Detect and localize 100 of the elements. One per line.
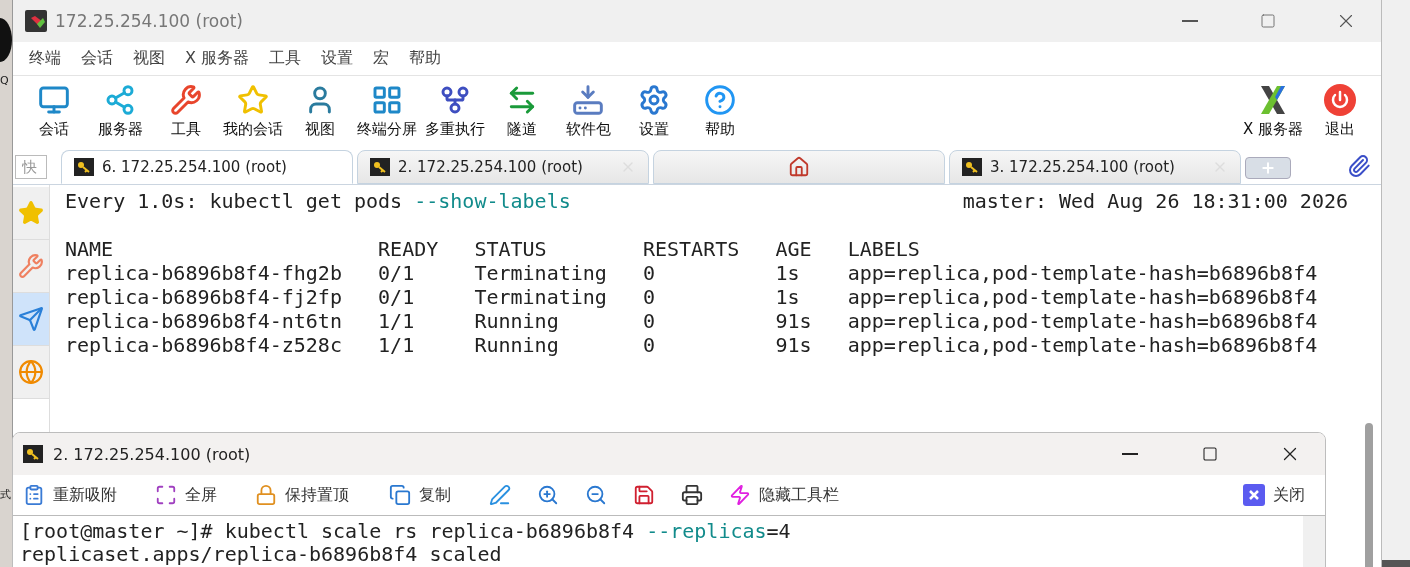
sidebar-item[interactable] xyxy=(13,293,49,346)
menu-item[interactable]: 设置 xyxy=(311,48,364,69)
scrollbar-track[interactable] xyxy=(1303,516,1325,567)
minimize-icon xyxy=(1122,453,1138,455)
column-header: LABELS xyxy=(847,237,921,261)
key-icon xyxy=(74,158,94,176)
terminal-text: [root@master ~]# kubectl scale rs replica-b6896b8f4 xyxy=(20,519,635,543)
window-title: 172.25.254.100 (root) xyxy=(55,11,244,31)
sidebar-item[interactable] xyxy=(13,240,49,293)
help-icon xyxy=(704,83,736,116)
toolbar-button[interactable]: 工具 xyxy=(153,83,219,139)
table-cell-text: 0 xyxy=(642,333,656,357)
table-cell-text: replica-b6896b8f4-fj2fp xyxy=(65,285,343,309)
session-tab[interactable]: 6. 172.25.254.100 (root) xyxy=(61,150,353,184)
key-icon xyxy=(23,445,43,463)
plus-icon xyxy=(1260,160,1276,176)
toolbar-button[interactable]: 服务器 xyxy=(87,83,153,139)
table-cell-text: 1s xyxy=(775,285,801,309)
table-cell-text: Running xyxy=(474,309,560,333)
zoom-in-icon xyxy=(537,484,559,506)
wrench-icon xyxy=(170,83,202,116)
column-header: READY xyxy=(378,237,440,261)
toolbar-button[interactable] xyxy=(633,484,655,506)
zoom-out-icon xyxy=(585,484,607,506)
star-icon xyxy=(18,200,44,226)
copy-icon xyxy=(389,484,411,506)
toolbar-button[interactable]: 设置 xyxy=(621,83,687,139)
column-header: STATUS xyxy=(474,237,548,261)
toolbar-button[interactable]: 隐藏工具栏 xyxy=(729,484,839,506)
table-cell-text: Terminating xyxy=(474,261,608,285)
nodes-icon xyxy=(104,83,136,116)
column-header: NAME xyxy=(65,237,115,261)
sidebar-item[interactable] xyxy=(13,187,49,240)
fullscreen-icon xyxy=(155,484,177,506)
toolbar-button[interactable]: X 服务器 xyxy=(1238,83,1307,139)
table-cell-text: 1/1 xyxy=(378,333,416,357)
table-cell: app=replica,pod-template-hash=b6896b8f4 xyxy=(847,285,1318,309)
menu-item[interactable]: 帮助 xyxy=(399,48,452,69)
pen-icon xyxy=(489,484,511,506)
lightning-icon xyxy=(729,484,751,506)
table-cell-text: 91s xyxy=(775,309,813,333)
table-cell-text: replica-b6896b8f4-nt6tn xyxy=(65,309,343,333)
terminal-text: --show-labels xyxy=(414,189,571,213)
power-icon xyxy=(1324,83,1356,116)
settings-icon xyxy=(638,83,670,116)
toolbar-button[interactable]: 全屏 xyxy=(155,484,217,506)
wrench-icon xyxy=(18,253,44,279)
table-cell-text: replica-b6896b8f4-fhg2b xyxy=(65,261,343,285)
menu-item[interactable]: 会话 xyxy=(71,48,123,69)
session-tab[interactable]: 3. 172.25.254.100 (root) xyxy=(949,150,1241,184)
maximize-icon xyxy=(1260,13,1276,29)
paperclip-icon[interactable] xyxy=(1347,154,1371,178)
lock-icon xyxy=(255,484,277,506)
toolbar-button[interactable]: 软件包 xyxy=(555,83,621,139)
menu-item[interactable]: 宏 xyxy=(363,48,400,69)
toolbar-button[interactable]: 会话 xyxy=(21,83,87,139)
table-cell-text: 0 xyxy=(642,309,656,333)
clipboard-icon xyxy=(23,484,45,506)
table-cell-text: 1s xyxy=(775,261,801,285)
table-cell: app=replica,pod-template-hash=b6896b8f4 xyxy=(847,261,1318,285)
toolbar-button[interactable]: 视图 xyxy=(287,83,353,139)
desktop-text: Q xyxy=(0,74,10,88)
save-icon xyxy=(633,484,655,506)
scrollbar-thumb[interactable] xyxy=(1365,423,1373,567)
paper-plane-icon xyxy=(18,306,44,332)
new-tab-button[interactable] xyxy=(1245,157,1291,179)
menu-item[interactable]: 终端 xyxy=(19,48,71,69)
terminal-text: =4 xyxy=(766,519,791,543)
toolbar-button[interactable]: 终端分屏 xyxy=(353,83,421,139)
app-logo-icon xyxy=(25,10,47,32)
table-cell-text: replica-b6896b8f4-z528c xyxy=(65,333,343,357)
toolbar-button[interactable]: 我的会话 xyxy=(219,83,287,139)
table-cell: app=replica,pod-template-hash=b6896b8f4 xyxy=(847,333,1318,357)
terminal-text: Every 1.0s: kubectl get pods xyxy=(65,189,403,213)
table-cell-text: Running xyxy=(474,333,560,357)
session-tab[interactable]: 2. 172.25.254.100 (root) xyxy=(357,150,649,184)
toolbar-button[interactable]: 复制 xyxy=(389,484,451,506)
toolbar-button[interactable]: 退出 xyxy=(1307,83,1373,139)
menu-item[interactable]: 视图 xyxy=(123,48,175,69)
column-header: RESTARTS xyxy=(642,237,741,261)
terminal-text: master: Wed Aug 26 18:31:00 2026 xyxy=(962,189,1348,213)
close-toolbar-button[interactable]: 关闭 xyxy=(1243,484,1305,506)
toolbar-button[interactable]: 多重执行 xyxy=(421,83,489,139)
table-cell-text: 0 xyxy=(642,285,656,309)
toolbar-button[interactable]: 重新吸附 xyxy=(23,484,117,506)
menu-item[interactable]: 工具 xyxy=(259,48,312,69)
globe-icon xyxy=(18,359,44,385)
sidebar-item[interactable] xyxy=(13,346,49,399)
toolbar-button[interactable]: 隧道 xyxy=(489,83,555,139)
home-tab[interactable] xyxy=(653,150,945,184)
table-cell: app=replica,pod-template-hash=b6896b8f4 xyxy=(847,309,1318,333)
menu-item[interactable]: X 服务器 xyxy=(175,48,260,69)
toolbar-button[interactable]: 保持置顶 xyxy=(255,484,349,506)
table-cell-text: Terminating xyxy=(474,285,608,309)
maximize-icon xyxy=(1202,446,1218,462)
toolbar-button[interactable] xyxy=(681,484,703,506)
drive-icon xyxy=(572,83,604,116)
table-cell-text: 91s xyxy=(775,333,813,357)
window-title: 2. 172.25.254.100 (root) xyxy=(53,444,252,464)
toolbar-button[interactable]: 帮助 xyxy=(687,83,753,139)
